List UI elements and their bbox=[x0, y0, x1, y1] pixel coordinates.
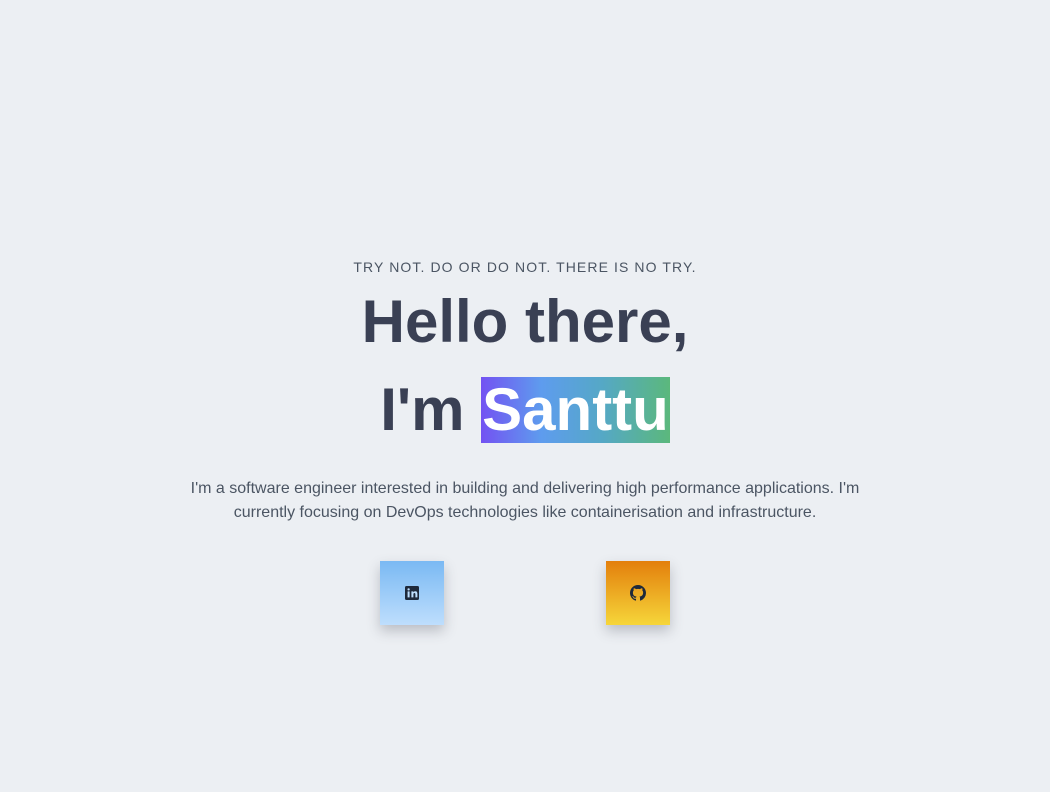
hero-headline: Hello there, I'm Santtu bbox=[0, 285, 1050, 461]
linkedin-button[interactable] bbox=[380, 561, 444, 625]
social-links bbox=[0, 561, 1050, 625]
github-icon bbox=[630, 585, 646, 601]
name-highlight: Santtu bbox=[481, 376, 670, 443]
tagline: TRY NOT. DO OR DO NOT. THERE IS NO TRY. bbox=[353, 259, 697, 275]
github-button[interactable] bbox=[606, 561, 670, 625]
linkedin-icon bbox=[404, 585, 420, 601]
greeting: Hello there, bbox=[361, 288, 689, 355]
intro-paragraph: I'm a software engineer interested in bu… bbox=[190, 480, 860, 521]
name-line: I'm Santtu bbox=[0, 373, 1050, 461]
name-prefix: I'm bbox=[380, 376, 482, 443]
